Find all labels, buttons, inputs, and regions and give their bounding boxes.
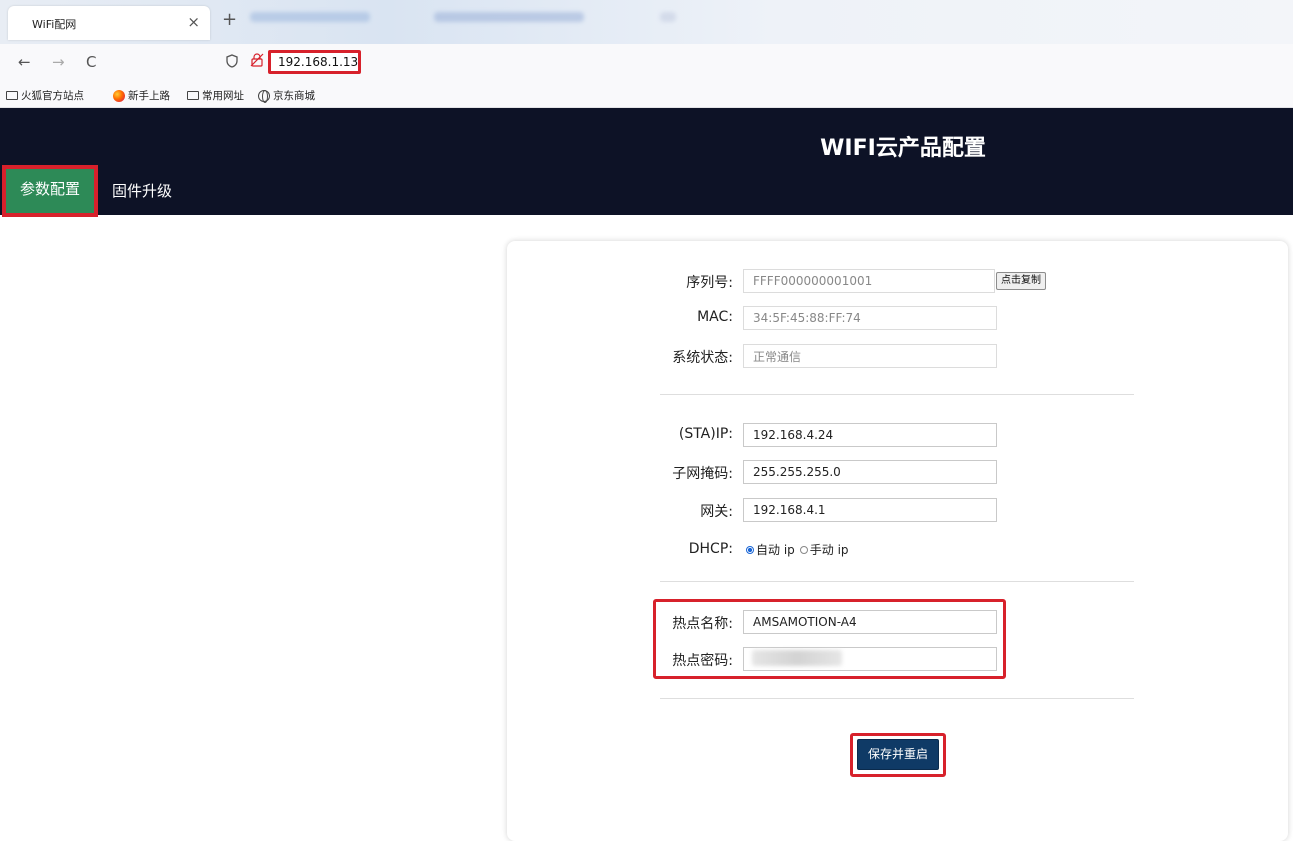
tab-firmware-upgrade[interactable]: 固件升级 xyxy=(112,167,172,215)
serial-field[interactable] xyxy=(743,269,995,293)
netmask-label: 子网掩码: xyxy=(672,466,733,482)
page-title: WIFI云产品配置 xyxy=(820,136,986,161)
blurred-tab[interactable] xyxy=(660,12,676,22)
address-bar[interactable]: 192.168.1.13 xyxy=(268,50,361,74)
copy-button[interactable]: 点击复制 xyxy=(996,272,1046,290)
dhcp-manual-label[interactable]: 手动 ip xyxy=(810,541,849,558)
folder-icon xyxy=(187,91,199,100)
divider xyxy=(660,394,1134,395)
dhcp-radio-group: 自动 ip 手动 ip xyxy=(746,541,849,558)
hotspot-name-label: 热点名称: xyxy=(672,616,733,632)
save-restart-button[interactable]: 保存并重启 xyxy=(857,739,939,770)
mac-label: MAC: xyxy=(697,309,733,325)
hotspot-password-label: 热点密码: xyxy=(672,653,733,669)
hotspot-name-row: 热点名称: xyxy=(600,610,733,634)
shield-icon[interactable] xyxy=(226,54,238,68)
gateway-label: 网关: xyxy=(700,504,733,520)
browser-tab[interactable]: WiFi配网 × xyxy=(8,6,210,40)
mac-row: MAC: xyxy=(600,306,733,330)
browser-tab-bar: WiFi配网 × + xyxy=(0,0,1293,44)
password-blur xyxy=(752,650,842,666)
divider xyxy=(660,581,1134,582)
divider xyxy=(660,698,1134,699)
close-tab-icon[interactable]: × xyxy=(187,13,200,31)
bookmark-item[interactable]: 京东商城 xyxy=(258,88,315,103)
tab-title: WiFi配网 xyxy=(32,18,77,31)
blurred-tab[interactable] xyxy=(434,12,584,22)
sta-ip-label: (STA)IP: xyxy=(678,426,733,442)
bookmark-label: 京东商城 xyxy=(273,90,315,102)
serial-row: 序列号: xyxy=(600,269,733,293)
forward-icon[interactable]: → xyxy=(52,53,65,71)
dhcp-auto-radio[interactable] xyxy=(746,545,754,554)
sta-ip-field[interactable] xyxy=(743,423,997,447)
bookmark-item[interactable]: 常用网址 xyxy=(187,88,244,103)
bookmark-item[interactable]: 新手上路 xyxy=(113,88,170,103)
url-text: 192.168.1.13 xyxy=(278,55,359,69)
bookmark-label: 火狐官方站点 xyxy=(21,90,84,102)
tab-parameter-config[interactable]: 参数配置 xyxy=(2,165,98,217)
blurred-tab[interactable] xyxy=(250,12,370,22)
dhcp-auto-label[interactable]: 自动 ip xyxy=(756,541,795,558)
firefox-icon xyxy=(113,89,125,102)
folder-icon xyxy=(6,91,18,100)
dhcp-row: DHCP: xyxy=(600,538,733,562)
new-tab-icon[interactable]: + xyxy=(222,9,237,30)
bookmarks-bar: 火狐官方站点 新手上路 常用网址 京东商城 xyxy=(0,82,1293,108)
bookmark-label: 新手上路 xyxy=(128,90,170,102)
app-header: WIFI云产品配置 参数配置 固件升级 xyxy=(0,108,1293,217)
reload-icon[interactable]: C xyxy=(86,53,96,71)
globe-icon xyxy=(258,89,270,103)
hotspot-password-row: 热点密码: xyxy=(600,647,733,671)
back-icon[interactable]: ← xyxy=(18,53,31,71)
dhcp-label: DHCP: xyxy=(688,541,733,557)
hotspot-name-field[interactable] xyxy=(743,610,997,634)
status-label: 系统状态: xyxy=(672,350,733,366)
mac-field[interactable] xyxy=(743,306,997,330)
status-row: 系统状态: xyxy=(600,344,733,368)
gateway-row: 网关: xyxy=(600,498,733,522)
bookmark-label: 常用网址 xyxy=(202,90,244,102)
netmask-row: 子网掩码: xyxy=(600,460,733,484)
status-field[interactable] xyxy=(743,344,997,368)
netmask-field[interactable] xyxy=(743,460,997,484)
sta-ip-row: (STA)IP: xyxy=(600,423,733,447)
serial-label: 序列号: xyxy=(686,275,733,291)
bookmark-item[interactable]: 火狐官方站点 xyxy=(6,88,84,103)
lock-icon[interactable] xyxy=(250,53,264,67)
gateway-field[interactable] xyxy=(743,498,997,522)
dhcp-manual-radio[interactable] xyxy=(799,545,808,554)
browser-nav-bar: ← → C xyxy=(0,44,1293,82)
